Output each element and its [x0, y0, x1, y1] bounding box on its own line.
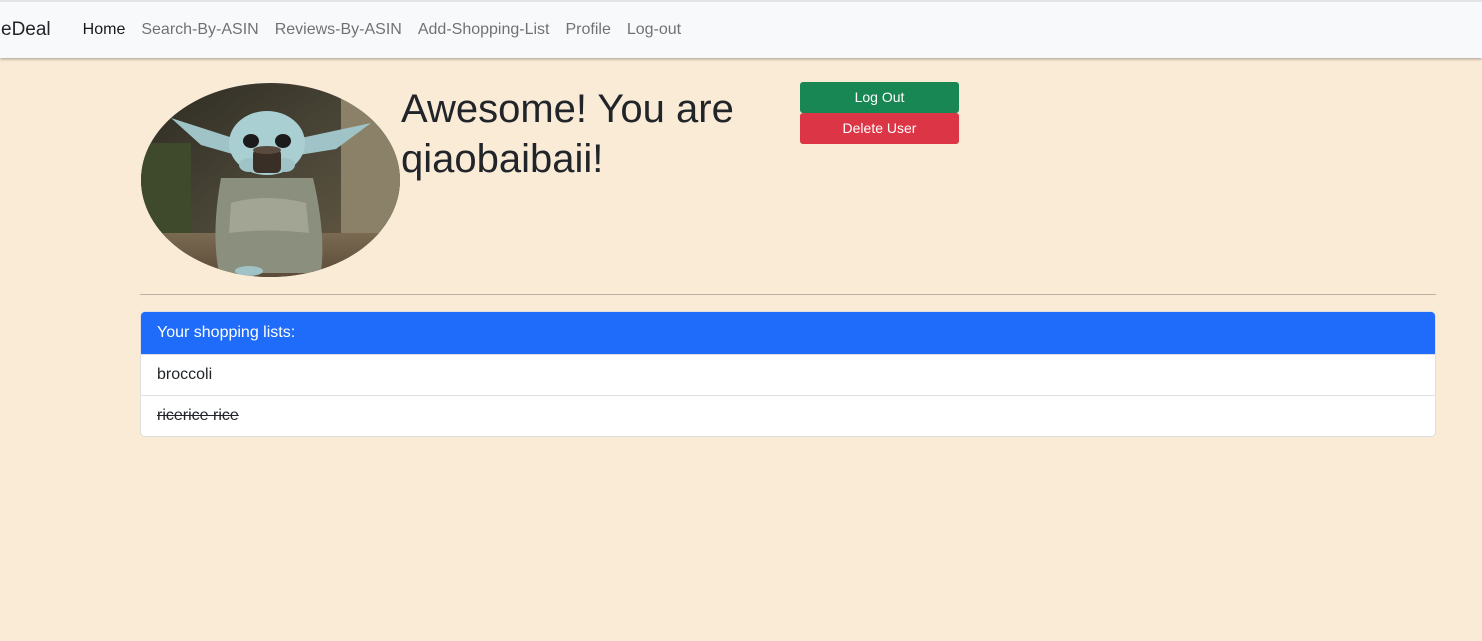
nav-link-add-shopping-list[interactable]: Add-Shopping-List [410, 21, 558, 39]
nav-link-log-out[interactable]: Log-out [619, 21, 689, 39]
shopping-list-header: Your shopping lists: [141, 312, 1435, 354]
nav-links: Home Search-By-ASIN Reviews-By-ASIN Add-… [75, 21, 689, 39]
nav-link-search-by-asin[interactable]: Search-By-ASIN [133, 21, 266, 39]
profile-avatar [141, 83, 400, 277]
shopping-list-group: Your shopping lists: broccoli ricerice r… [140, 311, 1436, 437]
baby-yoda-avatar-icon [141, 83, 400, 277]
delete-user-button[interactable]: Delete User [800, 113, 959, 144]
section-divider [140, 294, 1436, 295]
shopping-list-item[interactable]: ricerice rice [141, 395, 1435, 436]
top-navbar: eDeal Home Search-By-ASIN Reviews-By-ASI… [0, 0, 1482, 58]
brand-logo[interactable]: eDeal [1, 19, 51, 41]
nav-link-reviews-by-asin[interactable]: Reviews-By-ASIN [267, 21, 410, 39]
shopping-list-item[interactable]: broccoli [141, 354, 1435, 395]
nav-link-home[interactable]: Home [75, 21, 134, 39]
nav-link-profile[interactable]: Profile [558, 21, 619, 39]
profile-greeting: Awesome! You are qiaobaibaii! [401, 87, 734, 181]
log-out-button[interactable]: Log Out [800, 82, 959, 113]
